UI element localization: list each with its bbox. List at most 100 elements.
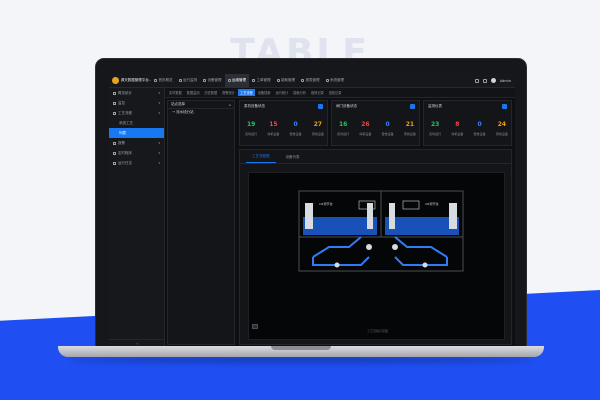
stat-item: 24 离线设备 [491, 121, 513, 136]
sidebar-item-label: 报警 [118, 140, 125, 145]
sidebar-item[interactable]: 工艺流程 ▾ [109, 108, 164, 118]
sidebar-item-label: 系统工艺 [119, 120, 133, 125]
water-tank-1 [303, 217, 377, 235]
tab-item[interactable]: 数据监测 [185, 89, 202, 96]
tab-item[interactable]: 维修记录 [309, 89, 326, 96]
stat-value: 8 [455, 121, 460, 128]
stat-value: 19 [246, 121, 256, 128]
menu-item[interactable]: 运行监测 [176, 74, 201, 88]
chevron-icon: ▾ [158, 151, 160, 155]
diagram-note: 工艺流程示意图 [366, 329, 388, 333]
stat-item: 15 停机设备 [262, 121, 284, 136]
pipe-right [394, 236, 448, 258]
stat-value: 0 [385, 121, 390, 128]
pipe-left [312, 236, 362, 258]
menu-item-label: 工单管理 [256, 78, 271, 82]
menu-item-label: 首页概览 [158, 78, 173, 82]
tank-label-2: 2#调节池 [425, 201, 438, 206]
stat-item: 23 实时运行 [424, 121, 446, 136]
menu-item-label: 报表管理 [305, 78, 320, 82]
tab-item[interactable]: 历史数据 [203, 89, 220, 96]
tab-item[interactable]: 能耗分析 [291, 89, 308, 96]
app-screen: 源天数据管理平台... 首页概览 运行监测 设备管理 运维管理 工单管理 能耗管理 报表管理… [109, 74, 515, 347]
topbar-actions: Admin [474, 78, 515, 83]
menu-item[interactable]: 能耗管理 [274, 74, 299, 88]
menu-item-icon [203, 79, 206, 82]
menu-item-icon [276, 79, 280, 82]
stat-item: 19 实时运行 [240, 121, 262, 136]
chevron-icon: ▾ [158, 111, 160, 115]
sidebar-item[interactable]: 定时程序 ▾ [109, 148, 164, 158]
tab-item[interactable]: 实时数据 [167, 89, 184, 96]
process-diagram[interactable]: 1#调节池 2#调节池 工艺流程示意图 [248, 172, 505, 340]
tree-header: 站点选择 ≡ [168, 101, 234, 109]
sidebar-item-label: 工艺流程 [118, 110, 132, 115]
card-action-button[interactable] [502, 104, 507, 109]
tab-item[interactable]: 报警统计 [220, 89, 237, 96]
card-action-button[interactable] [410, 104, 415, 109]
tab-item[interactable]: 运行统计 [274, 89, 291, 96]
sidebar-item[interactable]: 报警 ▾ [109, 138, 164, 148]
app-logo[interactable]: 源天数据管理平台... [109, 77, 151, 84]
card-stats: 19 实时运行 15 停机设备 0 警告设备 27 离线设备 [240, 121, 329, 136]
tab-item[interactable]: 设备档案 [256, 89, 273, 96]
menu-item[interactable]: 系统管理 [323, 74, 348, 88]
card-title: 阀门设备状态 [336, 104, 357, 108]
menu-item-label: 运维管理 [232, 78, 246, 82]
stat-value: 16 [338, 121, 348, 128]
tree-menu-icon[interactable]: ≡ [228, 103, 231, 107]
pipe-left-return [312, 256, 370, 266]
pillar [389, 203, 395, 229]
avatar[interactable] [490, 78, 496, 83]
stat-label: 停机设备 [267, 132, 280, 136]
menu-item[interactable]: 工单管理 [249, 74, 274, 88]
laptop-notch [271, 346, 331, 350]
pipe-right-return [394, 256, 448, 266]
tree-header-label: 站点选择 [171, 102, 185, 106]
card-action-button[interactable] [318, 104, 323, 109]
pillar [449, 203, 457, 229]
user-name[interactable]: Admin [500, 79, 511, 83]
gauge [402, 200, 420, 210]
sidebar-item-label: 定时程序 [118, 150, 132, 155]
status-card: 监测仪表 23 实时运行 8 停机设备 0 警告设备 24 离线设备 [423, 100, 512, 146]
stat-item: 0 警告设备 [377, 121, 399, 136]
stat-value: 24 [497, 121, 507, 128]
process-tab[interactable]: 设备列表 [280, 155, 306, 163]
stat-label: 实时运行 [429, 132, 442, 136]
settings-icon[interactable] [482, 78, 487, 83]
tree-node[interactable]: → 流水线分站 [168, 109, 234, 116]
sidebar-item[interactable]: 监控 ▾ [109, 98, 164, 108]
sidebar-item[interactable]: 概览统计 ▾ [109, 88, 164, 98]
menu-item-label: 设备管理 [207, 78, 222, 82]
menu-item[interactable]: 首页概览 [151, 74, 176, 88]
sidebar-item[interactable]: 列表 [109, 128, 164, 138]
water-tank-2 [385, 217, 459, 235]
process-diagram-svg: 1#调节池 2#调节池 [298, 190, 464, 272]
stat-label: 警告设备 [473, 132, 486, 136]
process-tab[interactable]: 工艺流程图 [246, 154, 276, 163]
stat-value: 0 [477, 121, 482, 128]
menu-item[interactable]: 设备管理 [200, 74, 225, 88]
stat-item: 26 停机设备 [354, 121, 376, 136]
tank-label-1: 1#调节池 [319, 201, 332, 206]
status-card: 泵机设备状态 19 实时运行 15 停机设备 0 警告设备 27 离线设备 [239, 100, 328, 146]
sidebar-item[interactable]: 系统工艺 [109, 118, 164, 128]
tab-item[interactable]: 巡检记录 [327, 89, 344, 96]
tab-item[interactable]: 工艺流程 [238, 89, 255, 96]
menu-item-icon [154, 79, 157, 82]
stat-label: 实时运行 [245, 132, 258, 136]
stat-label: 离线设备 [495, 132, 508, 136]
stat-value: 21 [405, 121, 415, 128]
stat-label: 警告设备 [381, 132, 394, 136]
laptop-shadow [70, 357, 532, 363]
menu-item[interactable]: 报表管理 [298, 74, 323, 88]
menu-item[interactable]: 运维管理 [224, 74, 249, 88]
bell-icon[interactable] [474, 78, 479, 83]
app-title: 源天数据管理平台... [120, 78, 151, 82]
sidebar-item[interactable]: 运行日志 ▾ [109, 158, 164, 168]
sidebar-item-icon [113, 101, 116, 105]
stat-label: 离线设备 [403, 132, 416, 136]
sidebar-item-icon [113, 161, 116, 165]
menu-item-label: 系统管理 [330, 78, 344, 82]
